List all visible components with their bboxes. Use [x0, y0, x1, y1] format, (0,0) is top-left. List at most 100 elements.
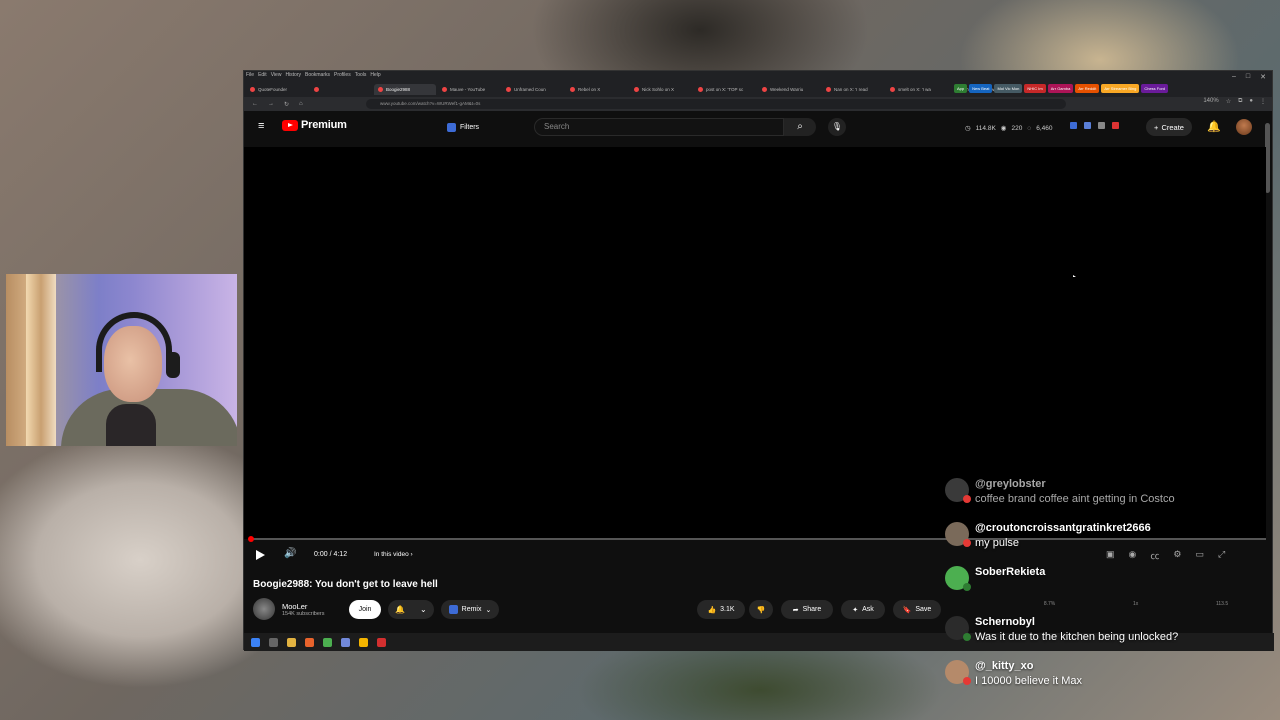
browser-tab[interactable]: post on X: 'TOP sc	[694, 84, 756, 95]
browser-tab[interactable]: smelt on X: 'I wa	[886, 84, 948, 95]
menu-item[interactable]: Profiles	[334, 72, 351, 78]
tab-label: smelt on X: 'I wa	[898, 87, 931, 92]
windows-start-icon[interactable]	[251, 637, 260, 647]
extension-c-icon[interactable]	[1098, 122, 1105, 129]
avatar[interactable]	[1236, 119, 1252, 135]
menu-item[interactable]: View	[271, 72, 282, 78]
home-icon[interactable]: ⌂	[299, 101, 303, 107]
browser-tab[interactable]: Nick Sohlo on X	[630, 84, 692, 95]
menu-item[interactable]: Help	[370, 72, 380, 78]
minimize-icon[interactable]: –	[1232, 73, 1236, 81]
chat-avatar	[945, 522, 971, 547]
search-icon[interactable]: ⌕	[784, 118, 816, 136]
channel-avatar[interactable]	[253, 598, 275, 620]
tab-label: Nan on X: 'I read	[834, 87, 868, 92]
menu-item[interactable]: Tools	[355, 72, 367, 78]
chat-body: SoberRekieta	[975, 566, 1045, 590]
bell-icon: 🔔	[395, 605, 406, 614]
profile-icon[interactable]: ●	[1249, 98, 1253, 105]
url-field[interactable]: www.youtube.com/watch?v=WURWef1-gAM&t=0s	[366, 99, 1066, 109]
search-input[interactable]: Search	[534, 118, 784, 136]
tab-label: Rebel on X	[578, 87, 601, 92]
chat-username: @croutoncroissantgratinkret2666	[975, 522, 1151, 534]
filters-button[interactable]: Filters	[447, 118, 493, 136]
share-label: Share	[802, 606, 822, 613]
tab-group[interactable]: Arr Reddit	[1075, 84, 1100, 93]
channel-name[interactable]: MooLer	[282, 602, 325, 611]
dislike-button[interactable]: 👎	[749, 600, 773, 619]
chat-avatar	[945, 616, 971, 641]
chevron-down-icon: ⌄	[419, 605, 427, 614]
extension-icons	[1070, 122, 1119, 129]
youtube-logo[interactable]: Premium	[282, 119, 347, 131]
tab-group[interactable]: Mol Vic Mon	[994, 84, 1023, 93]
extension-b-icon[interactable]	[1084, 122, 1091, 129]
tab-favicon-icon	[890, 87, 895, 92]
search-taskbar-icon[interactable]	[269, 637, 278, 647]
ask-button[interactable]: ✦ Ask	[841, 600, 885, 619]
share-button[interactable]: ➦ Share	[781, 600, 833, 619]
like-button[interactable]: 👍 3.1K	[697, 600, 745, 619]
discord-icon[interactable]	[341, 637, 350, 647]
tab-group[interactable]: App	[954, 84, 968, 93]
tab-label: QuoteFounder	[258, 87, 288, 92]
tab-group[interactable]: New Beat	[969, 84, 993, 93]
tab-group[interactable]: Arr Streamer Bing	[1101, 84, 1140, 93]
close-icon[interactable]: ✕	[1260, 73, 1266, 81]
create-button[interactable]: + Create	[1146, 118, 1192, 136]
more-icon[interactable]: ⋮	[1260, 98, 1266, 105]
mic-icon[interactable]: 🎙	[828, 118, 846, 136]
browser-tab[interactable]: Weekend Warriu	[758, 84, 820, 95]
browser-tab[interactable]: Boogie2988	[374, 84, 436, 95]
tab-group[interactable]: NHIC Im	[1024, 84, 1046, 93]
app-icon[interactable]	[323, 637, 332, 647]
zoom-indicator[interactable]: 140%	[1203, 98, 1218, 105]
menu-item[interactable]: History	[285, 72, 301, 78]
menu-item[interactable]: Edit	[258, 72, 267, 78]
reload-icon[interactable]: ↻	[284, 101, 289, 108]
browser-tab[interactable]: Unframed Coun	[502, 84, 564, 95]
subscribed-button[interactable]: 🔔 ⌄	[388, 600, 434, 619]
remix-button[interactable]: Remix ⌄	[441, 600, 499, 619]
save-button[interactable]: 🔖 Save	[893, 600, 941, 619]
browser-tab[interactable]	[310, 84, 372, 95]
forward-icon[interactable]: →	[268, 101, 274, 107]
star-icon[interactable]: ☆	[1226, 98, 1231, 105]
headset-earcup	[166, 352, 180, 378]
chrome-icon[interactable]	[359, 637, 368, 647]
volume-icon[interactable]: 🔊	[284, 548, 296, 559]
chat-text: Was it due to the kitchen being unlocked…	[975, 631, 1179, 643]
tab-label: post on X: 'TOP sc	[706, 87, 744, 92]
tab-group[interactable]: Chess Ford	[1141, 84, 1169, 93]
browser-tab[interactable]: QuoteFounder	[246, 84, 308, 95]
sparkle-icon: ✦	[852, 606, 859, 614]
back-icon[interactable]: ←	[252, 101, 258, 107]
menu-item[interactable]: Bookmarks	[305, 72, 330, 78]
streamer-shirt	[106, 404, 156, 446]
browser-tab[interactable]: Nan on X: 'I read	[822, 84, 884, 95]
channel-info: MooLer 154K subscribers	[253, 598, 325, 620]
obs-icon[interactable]	[377, 637, 386, 647]
file-explorer-icon[interactable]	[287, 637, 296, 647]
browser-tab[interactable]: Mauve - YouTube	[438, 84, 500, 95]
extension-a-icon[interactable]	[1070, 122, 1077, 129]
extension-d-icon[interactable]	[1112, 122, 1119, 129]
chat-overlay: @greylobster coffee brand coffee aint get…	[945, 476, 1270, 704]
join-button[interactable]: Join	[349, 600, 381, 619]
chat-text: coffee brand coffee aint getting in Cost…	[975, 493, 1175, 505]
menu-icon[interactable]: ≡	[258, 121, 270, 132]
firefox-icon[interactable]	[305, 637, 314, 647]
chat-avatar	[945, 478, 971, 503]
views-count: 114.8K	[975, 124, 996, 132]
play-icon[interactable]	[256, 550, 265, 560]
browser-tab[interactable]: Rebel on X	[566, 84, 628, 95]
extension-icon[interactable]: ⧉	[1238, 98, 1242, 105]
notifications-bell-icon[interactable]: 🔔	[1207, 120, 1221, 133]
menu-item[interactable]: File	[246, 72, 254, 78]
maximize-icon[interactable]: □	[1246, 73, 1250, 81]
headset	[96, 312, 172, 372]
chat-message: @greylobster coffee brand coffee aint get…	[945, 478, 1175, 505]
filters-label: Filters	[460, 123, 480, 131]
tab-group[interactable]: Arr Gamba	[1047, 84, 1074, 93]
in-this-video-button[interactable]: In this video ›	[374, 551, 413, 558]
